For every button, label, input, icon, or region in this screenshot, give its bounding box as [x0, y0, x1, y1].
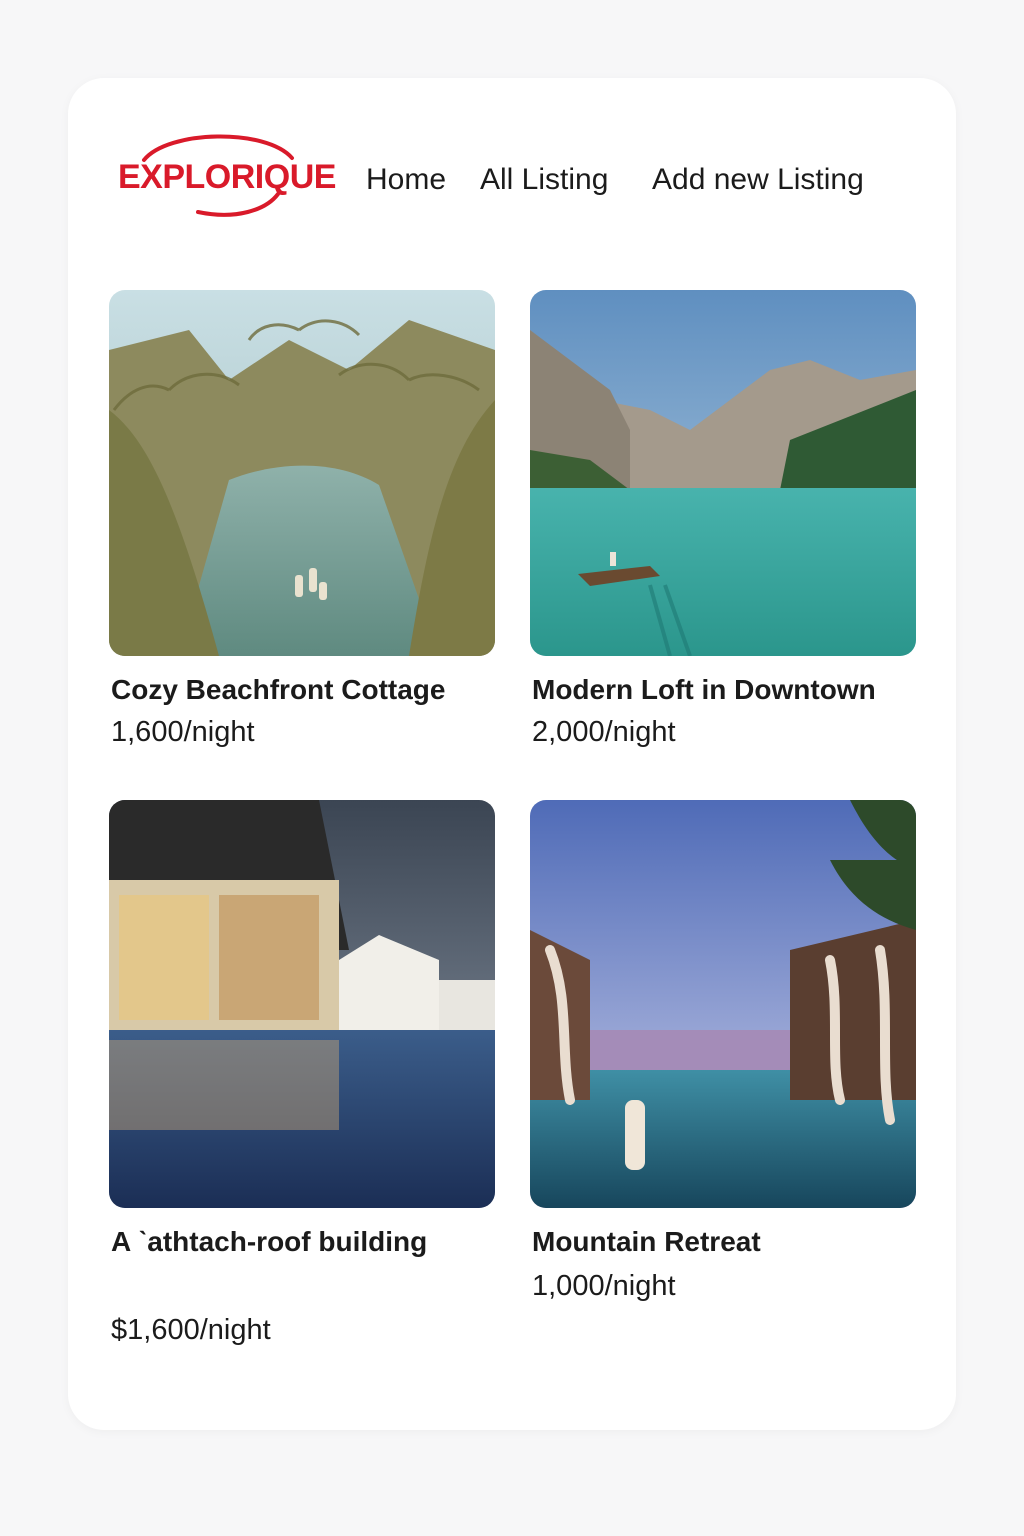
listing-photo[interactable]: [109, 800, 495, 1208]
listing-photo[interactable]: [530, 290, 916, 656]
brand-logo[interactable]: EXPLORIQUE: [116, 134, 336, 220]
listing-card[interactable]: Mountain Retreat 1,000/night: [530, 800, 916, 1320]
listing-title[interactable]: Modern Loft in Downtown: [532, 668, 922, 712]
listing-price: 1,000/night: [532, 1270, 676, 1302]
brand-name: EXPLORIQUE: [118, 158, 336, 196]
listing-price: 1,600/night: [111, 716, 255, 748]
listing-title[interactable]: A ˋathtach-roof building: [111, 1220, 501, 1264]
infinity-pool-image: [530, 800, 916, 1208]
listing-price: $1,600/night: [111, 1314, 271, 1346]
nav-add-listing-link[interactable]: Add new Listing: [652, 162, 864, 198]
resort-pool-image: [109, 800, 495, 1208]
nav-home-link[interactable]: Home: [366, 162, 446, 198]
listing-card[interactable]: Modern Loft in Downtown 2,000/night: [530, 290, 916, 748]
tropical-lagoon-image: [109, 290, 495, 656]
app-card: EXPLORIQUE Home All Listing Add new List…: [68, 78, 956, 1430]
listing-photo[interactable]: [109, 290, 495, 656]
listing-title[interactable]: Mountain Retreat: [532, 1220, 922, 1264]
listing-card[interactable]: A ˋathtach-roof building $1,600/night: [109, 800, 495, 1360]
listing-price: 2,000/night: [532, 716, 676, 748]
listing-card[interactable]: Cozy Beachfront Cottage 1,600/night: [109, 290, 495, 748]
listing-title[interactable]: Cozy Beachfront Cottage: [111, 668, 501, 712]
mountain-lake-image: [530, 290, 916, 656]
navbar: EXPLORIQUE Home All Listing Add new List…: [68, 78, 956, 278]
listing-photo[interactable]: [530, 800, 916, 1208]
nav-all-listing-link[interactable]: All Listing: [480, 162, 608, 198]
